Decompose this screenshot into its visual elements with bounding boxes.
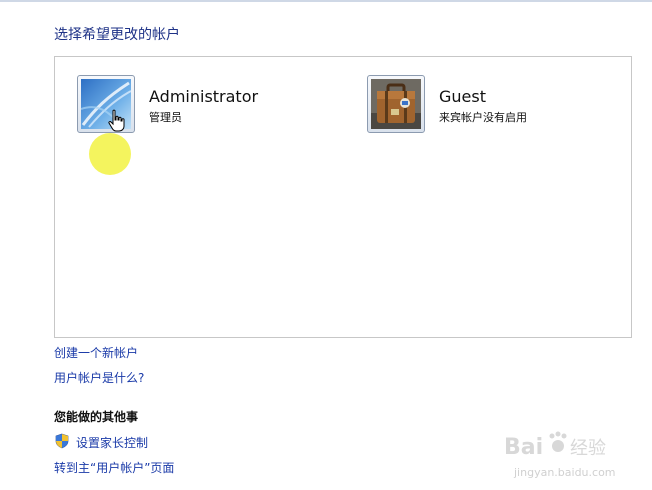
watermark-brand-suffix: 经验 [570,438,606,459]
watermark-brand: Bai [504,435,543,460]
what-is-account-link[interactable]: 用户帐户是什么? [54,369,144,386]
account-tile-guest[interactable]: Guest 来宾帐户没有启用 [367,75,607,139]
baidu-jingyan-watermark: Bai 经验 jingyan.baidu.com [504,431,616,479]
main-user-accounts-link[interactable]: 转到主“用户帐户”页面 [54,459,174,476]
accounts-panel: Administrator 管理员 Guest 来宾帐户没有启用 [54,56,632,338]
suitcase-icon [371,79,421,129]
uac-shield-icon [55,433,69,449]
parental-controls-link[interactable]: 设置家长控制 [76,434,148,451]
guest-avatar [367,75,425,133]
click-highlight [89,133,131,175]
other-tasks-heading: 您能做的其他事 [54,410,139,424]
hand-cursor-icon [108,109,125,132]
paw-icon [549,431,567,452]
top-divider [0,0,652,2]
administrator-role: 管理员 [149,111,182,124]
watermark-url: jingyan.baidu.com [513,466,616,479]
page-title: 选择希望更改的帐户 [54,27,180,43]
create-account-link[interactable]: 创建一个新帐户 [54,344,138,361]
guest-status: 来宾帐户没有启用 [439,111,527,124]
administrator-name: Administrator [149,87,259,106]
guest-name: Guest [439,87,486,106]
